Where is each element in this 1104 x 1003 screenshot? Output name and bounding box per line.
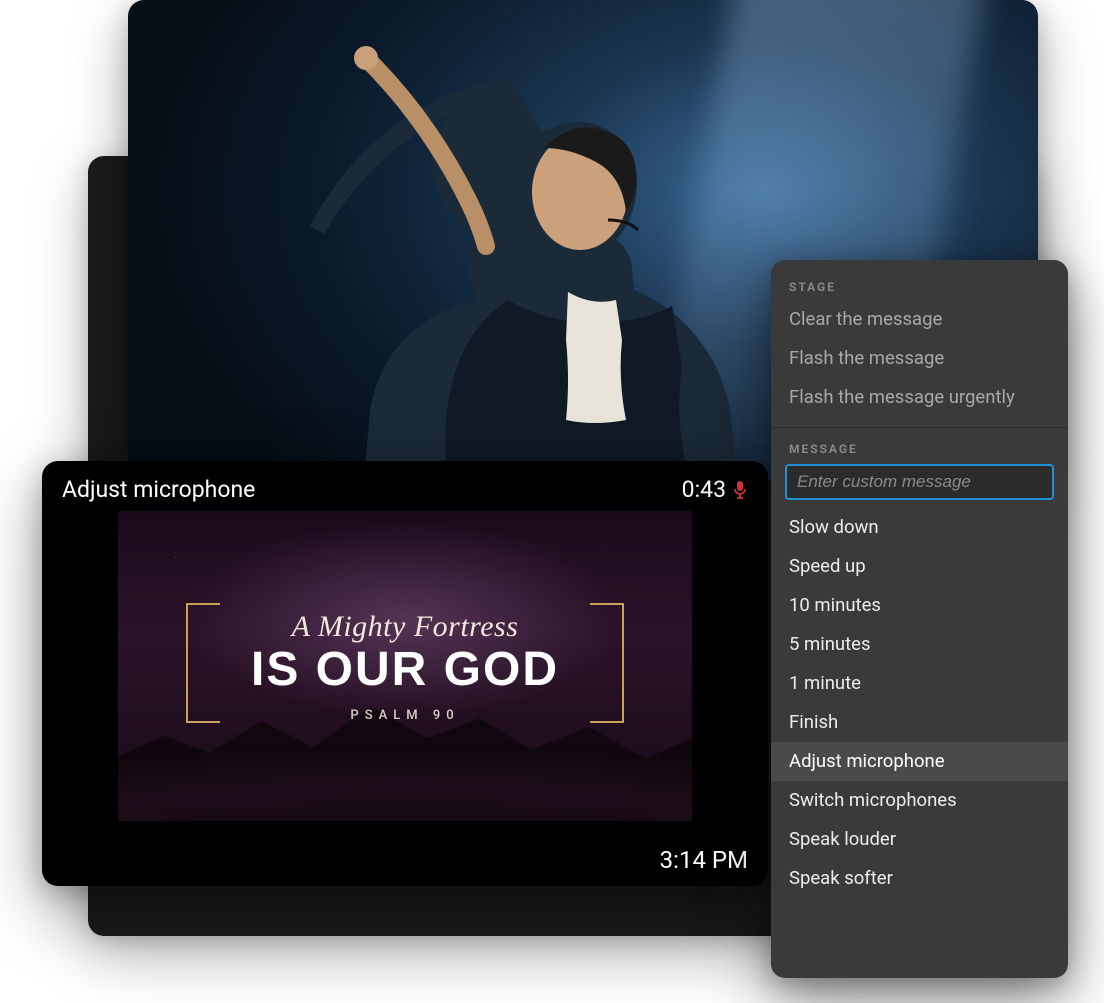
- message-section-label: MESSAGE: [771, 436, 1068, 462]
- speaker-silhouette: [248, 40, 768, 480]
- custom-message-input-wrap: [771, 462, 1068, 508]
- stage-actions-list: Clear the messageFlash the messageFlash …: [771, 300, 1068, 417]
- stage-timer: 0:43: [682, 476, 726, 503]
- slide-bracket-right: [590, 603, 624, 723]
- slide-subtitle: PSALM 90: [350, 708, 459, 723]
- stage-action-item[interactable]: Clear the message: [771, 300, 1068, 339]
- stage-action-item[interactable]: Flash the message urgently: [771, 378, 1068, 417]
- stage-monitor-window: Adjust microphone 0:43 A Mighty Fortress…: [42, 461, 768, 886]
- stage-timer-group: 0:43: [682, 476, 748, 503]
- preset-message-item[interactable]: Speak softer: [771, 859, 1068, 898]
- slide-title: IS OUR GOD: [251, 646, 559, 694]
- stage-messages-panel: STAGE Clear the messageFlash the message…: [771, 260, 1068, 978]
- preset-messages-list: Slow downSpeed up10 minutes5 minutes1 mi…: [771, 508, 1068, 898]
- preset-message-item[interactable]: Adjust microphone: [771, 742, 1068, 781]
- preset-message-item[interactable]: Finish: [771, 703, 1068, 742]
- microphone-icon: [732, 480, 748, 500]
- slide-script-line: A Mighty Fortress: [292, 610, 519, 644]
- panel-divider: [771, 427, 1068, 428]
- preset-message-item[interactable]: Speak louder: [771, 820, 1068, 859]
- stage-monitor-header: Adjust microphone 0:43: [42, 461, 768, 511]
- preset-message-item[interactable]: 10 minutes: [771, 586, 1068, 625]
- preset-message-item[interactable]: Speed up: [771, 547, 1068, 586]
- stage-action-item[interactable]: Flash the message: [771, 339, 1068, 378]
- stage-section-label: STAGE: [771, 274, 1068, 300]
- preset-message-item[interactable]: Slow down: [771, 508, 1068, 547]
- stage-slide-preview: A Mighty Fortress IS OUR GOD PSALM 90: [118, 511, 692, 821]
- stage-clock: 3:14 PM: [660, 846, 748, 874]
- preset-message-item[interactable]: Switch microphones: [771, 781, 1068, 820]
- stage-status-message: Adjust microphone: [62, 476, 255, 503]
- slide-bracket-left: [186, 603, 220, 723]
- custom-message-input[interactable]: [785, 464, 1054, 500]
- preset-message-item[interactable]: 5 minutes: [771, 625, 1068, 664]
- preset-message-item[interactable]: 1 minute: [771, 664, 1068, 703]
